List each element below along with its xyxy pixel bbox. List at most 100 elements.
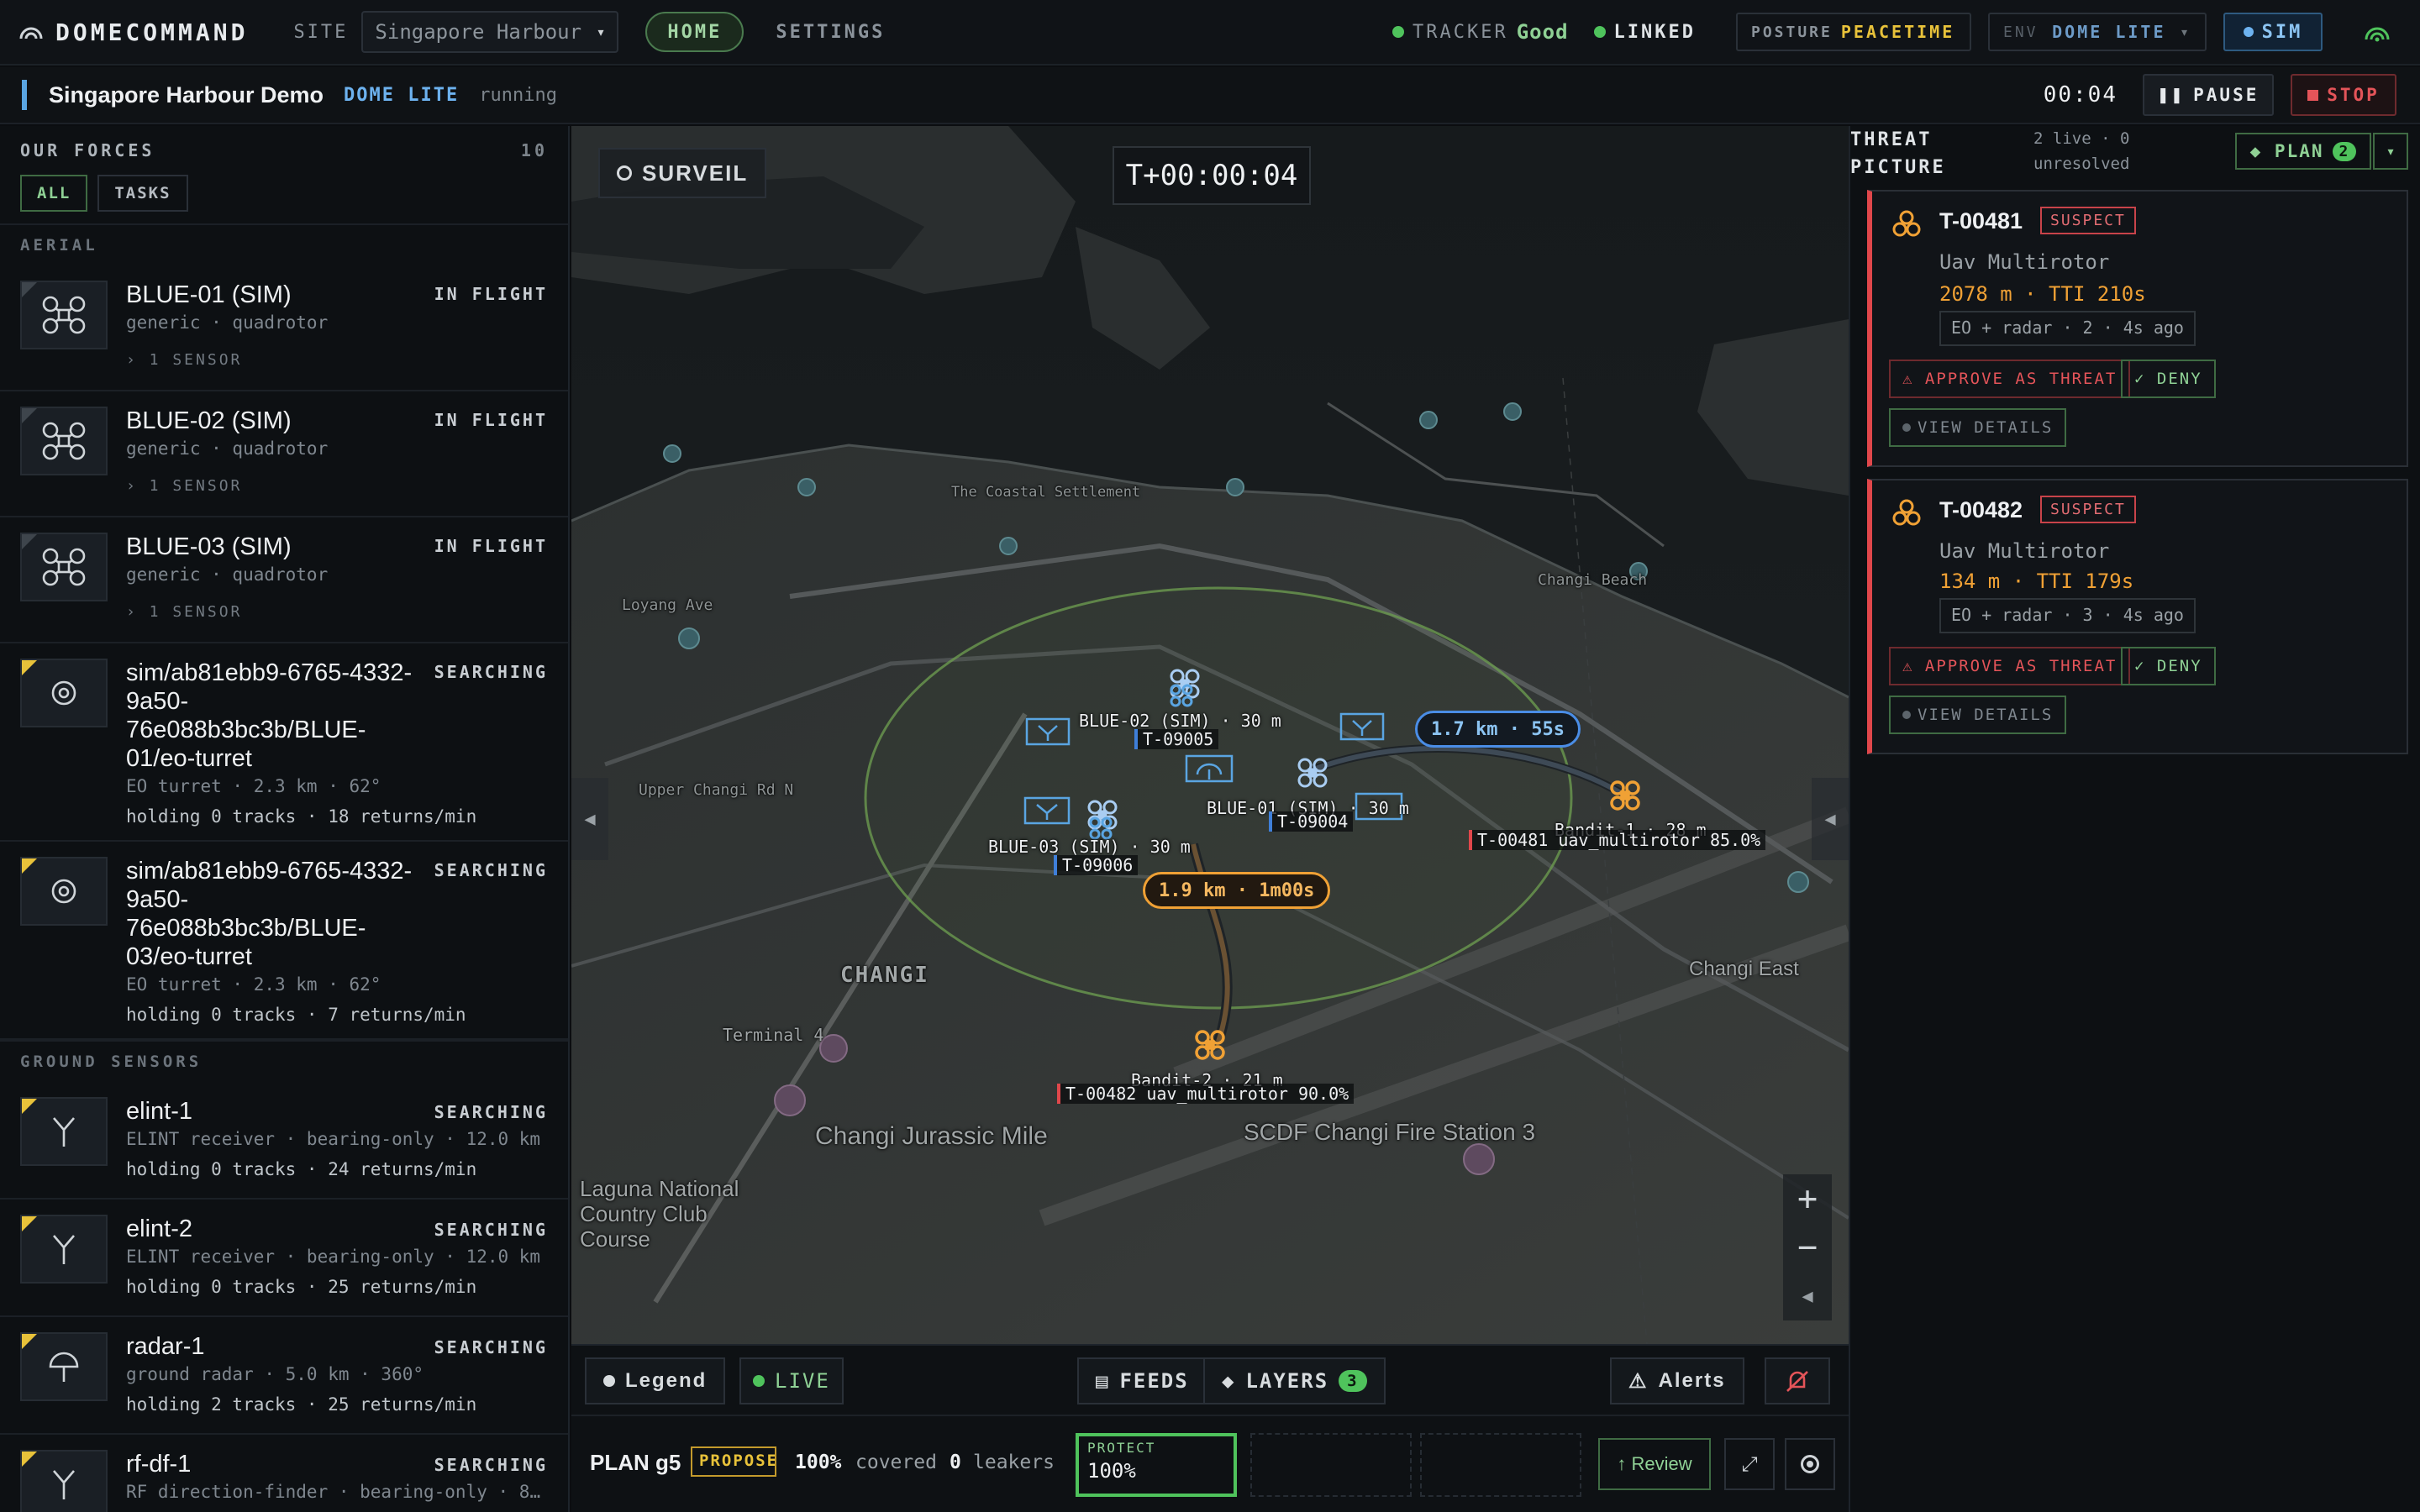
asset-sensor-toggle[interactable]: › 1 SENSOR (126, 603, 548, 633)
threat-card[interactable]: T-00482 SUSPECT Uav Multirotor 134 m · T… (1867, 479, 2408, 754)
track-label-t-00481[interactable]: T-00481 uav_multirotor 85.0% (1469, 830, 1766, 850)
link-status: LINKED (1593, 22, 1696, 43)
feeds-button[interactable]: ▤ FEEDS (1077, 1357, 1207, 1404)
radar-icon (49, 1352, 79, 1382)
approve-threat-button[interactable]: ⚠ APPROVE AS THREAT (1889, 360, 2131, 398)
warning-icon: ⚠ (1628, 1369, 1649, 1393)
feeds-label: FEEDS (1119, 1369, 1189, 1393)
asset-state: IN FLIGHT (434, 284, 548, 304)
plan-button[interactable]: ◆ PLAN 2 (2235, 133, 2371, 170)
track-label-t-00482[interactable]: T-00482 uav_multirotor 90.0% (1057, 1084, 1355, 1104)
filter-tasks[interactable]: TASKS (97, 175, 188, 212)
review-button[interactable]: ↑ Review (1598, 1438, 1711, 1490)
signal-icon[interactable] (2363, 21, 2391, 43)
details-dot-icon (1902, 711, 1911, 719)
asset-sensor-toggle[interactable]: › 1 SENSOR (126, 477, 548, 507)
biohazard-icon (1892, 210, 1921, 237)
approve-threat-button[interactable]: ⚠ APPROVE AS THREAT (1889, 647, 2131, 685)
site-label: SITE (293, 21, 349, 43)
asset-row-blue-02[interactable]: IN FLIGHT BLUE-02 (SIM) generic · quadro… (0, 391, 568, 517)
target-icon (1801, 1455, 1819, 1473)
map-place-label: Upper Changi Rd N (639, 781, 794, 799)
protect-input[interactable]: PROTECT 100% (1076, 1433, 1237, 1497)
asset-row-eo-turret-3[interactable]: SEARCHING sim/ab81ebb9-6765-4332-9a50-76… (0, 842, 568, 1040)
run-clock: 00:04 (2043, 82, 2118, 108)
collapse-left-button[interactable]: ◀ (571, 778, 608, 860)
ground-section-label: GROUND SENSORS (0, 1040, 568, 1082)
sim-dot-icon (2243, 27, 2254, 37)
track-label-t-09004[interactable]: T-09004 (1269, 811, 1354, 832)
asset-row-elint-2[interactable]: SEARCHING elint-2 ELINT receiver · beari… (0, 1200, 568, 1317)
brand-name: DOMECOMMAND (55, 18, 249, 46)
plan-slot-empty (1420, 1433, 1581, 1497)
legend-dot-icon (603, 1375, 615, 1387)
threat-card[interactable]: T-00481 SUSPECT Uav Multirotor 2078 m · … (1867, 190, 2408, 467)
sim-button[interactable]: SIM (2223, 13, 2323, 51)
deny-button[interactable]: ✓ DENY (2121, 647, 2216, 685)
tab-home[interactable]: HOME (645, 12, 744, 52)
tactical-map[interactable]: BLUE-02 (SIM) · 30 m BLUE-01 (SIM) · 30 … (571, 126, 1849, 1344)
asset-row-blue-01[interactable]: IN FLIGHT BLUE-01 (SIM) generic · quadro… (0, 265, 568, 391)
asset-name: BLUE-01 (SIM) (126, 281, 292, 308)
asset-sub: generic · quadrotor (126, 564, 329, 585)
site-select[interactable]: Singapore Harbour ▾ (361, 11, 619, 53)
map-place-label: CHANGI (840, 963, 929, 988)
collapse-right-button[interactable]: ◀ (1812, 778, 1849, 860)
track-label-t-09006[interactable]: T-09006 (1054, 855, 1139, 875)
posture-badge[interactable]: POSTURE PEACETIME (1736, 13, 1971, 51)
asset-name: BLUE-02 (SIM) (126, 407, 292, 434)
asset-sensor-toggle[interactable]: › 1 SENSOR (126, 351, 548, 381)
antenna-icon (53, 1470, 75, 1499)
asset-icon-box (20, 857, 108, 926)
pause-label: PAUSE (2193, 85, 2260, 105)
deny-button[interactable]: ✓ DENY (2121, 360, 2216, 398)
quadrotor-icon (42, 422, 86, 460)
deny-label: ✓ DENY (2134, 657, 2202, 675)
asset-row-blue-03[interactable]: IN FLIGHT BLUE-03 (SIM) generic · quadro… (0, 517, 568, 643)
expand-icon: ⤢ (1741, 1452, 1758, 1476)
threat-source: EO + radar · 2 · 4s ago (1939, 311, 2196, 346)
asset-state: IN FLIGHT (434, 536, 548, 556)
asset-row-eo-turret-1[interactable]: SEARCHING sim/ab81ebb9-6765-4332-9a50-76… (0, 643, 568, 842)
mode-surveil-button[interactable]: SURVEIL (598, 148, 767, 198)
range-callout-orange: 1.9 km · 1m00s (1143, 872, 1331, 909)
zoom-out-button[interactable]: − (1783, 1223, 1832, 1272)
live-toggle[interactable]: LIVE (739, 1357, 844, 1404)
bell-off-icon (1786, 1371, 1808, 1392)
layers-button[interactable]: ◆ LAYERS 3 (1203, 1357, 1386, 1404)
filter-all[interactable]: ALL (20, 175, 88, 212)
antenna-icon (53, 1117, 75, 1147)
plan-leakers-label: leakers (973, 1452, 1055, 1473)
map-label-blue-03: BLUE-03 (SIM) · 30 m (988, 837, 1191, 857)
range-callout-orange-text: 1.9 km · 1m00s (1159, 879, 1315, 901)
tab-settings[interactable]: SETTINGS (755, 12, 905, 52)
map-label-blue-02: BLUE-02 (SIM) · 30 m (1079, 711, 1281, 731)
env-select[interactable]: ENV DOME LITE ▾ (1988, 13, 2207, 51)
asset-icon-box (20, 281, 108, 349)
view-details-label: VIEW DETAILS (1918, 418, 2054, 437)
track-label-t-09005[interactable]: T-09005 (1134, 729, 1219, 749)
map-place-label: SCDF Changi Fire Station 3 (1244, 1119, 1536, 1145)
view-details-button[interactable]: VIEW DETAILS (1889, 408, 2067, 447)
plan-dropdown-button[interactable]: ▾ (2373, 133, 2408, 170)
zoom-in-button[interactable]: + (1783, 1174, 1832, 1223)
threat-source: EO + radar · 3 · 4s ago (1939, 598, 2196, 633)
map-place-label: Terminal 4 (723, 1025, 824, 1045)
tracker-value: Good (1516, 20, 1569, 44)
asset-row-elint-1[interactable]: SEARCHING elint-1 ELINT receiver · beari… (0, 1082, 568, 1200)
target-ring-icon (617, 165, 632, 181)
view-details-button[interactable]: VIEW DETAILS (1889, 696, 2067, 734)
recenter-button[interactable] (1785, 1438, 1835, 1490)
asset-sub: ground radar · 5.0 km · 360° (126, 1364, 424, 1384)
alerts-button[interactable]: ⚠ Alerts (1610, 1357, 1744, 1404)
legend-button[interactable]: Legend (585, 1357, 726, 1404)
asset-row-radar-1[interactable]: SEARCHING radar-1 ground radar · 5.0 km … (0, 1317, 568, 1435)
mute-button[interactable] (1765, 1357, 1830, 1404)
chevron-left-icon: ◀ (584, 808, 596, 830)
compass-icon[interactable]: ◀ (1783, 1272, 1832, 1320)
expand-button[interactable]: ⤢ (1724, 1438, 1775, 1490)
forces-panel: OUR FORCES 10 ALL TASKS AERIAL IN FLIGHT… (0, 126, 570, 1512)
stop-button[interactable]: STOP (2291, 74, 2396, 116)
pause-button[interactable]: ❚❚ PAUSE (2143, 74, 2274, 116)
asset-row-rf-df-1[interactable]: SEARCHING rf-df-1 RF direction-finder · … (0, 1435, 568, 1512)
